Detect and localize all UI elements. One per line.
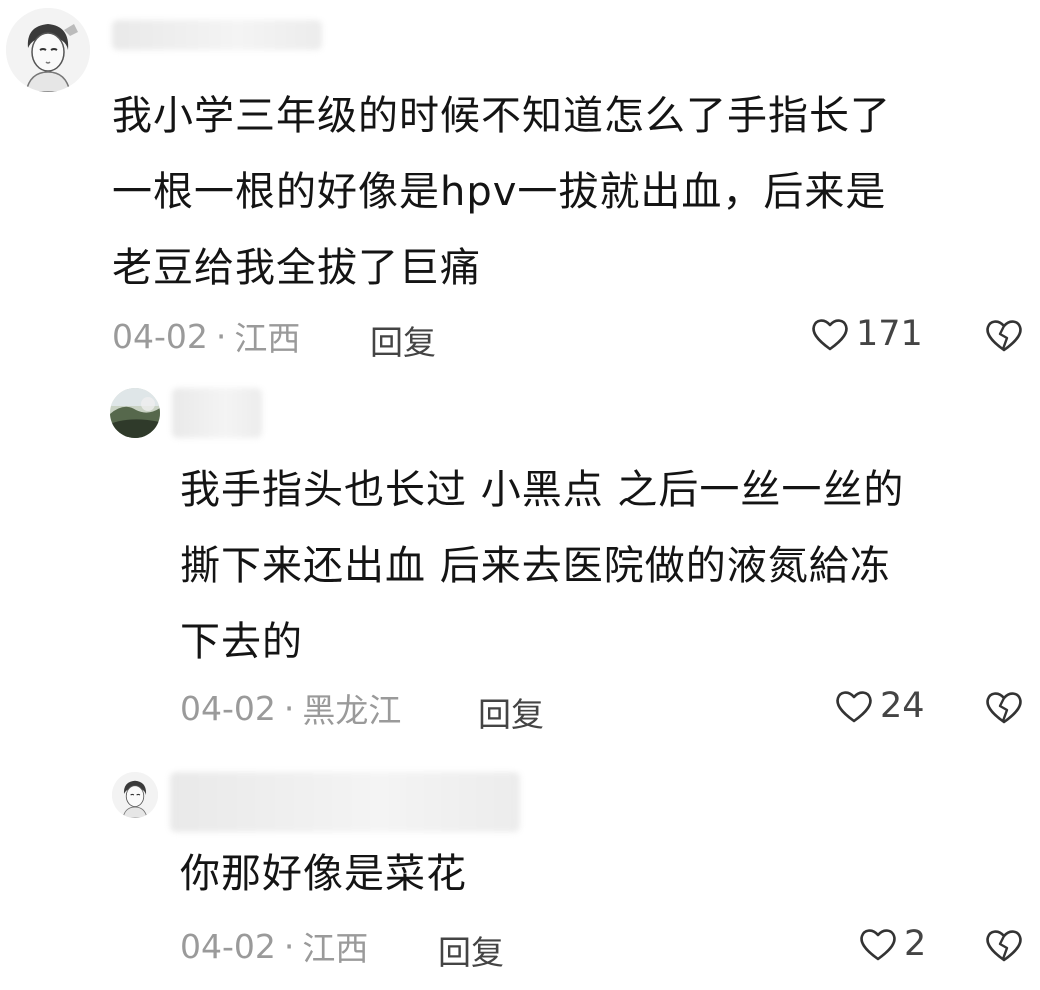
comment-date: 04-02 <box>112 316 208 356</box>
broken-heart-icon <box>986 930 1022 962</box>
comment-location: 江西 <box>234 319 301 358</box>
heart-outline-icon <box>860 929 896 961</box>
comment-date: 04-02 <box>180 926 276 966</box>
like-button[interactable]: 171 <box>810 314 923 354</box>
comment-text: 我小学三年级的时候不知道怎么了手指长了 一根一根的好像是hpv一拔就出血，后来是… <box>112 93 891 291</box>
broken-heart-icon <box>986 320 1022 352</box>
comment-location: 黑龙江 <box>302 691 402 730</box>
comment-1: 我小学三年级的时候不知道怎么了手指长了 一根一根的好像是hpv一拔就出血，后来是… <box>0 0 1040 370</box>
comment-date: 04-02 <box>180 688 276 728</box>
username-redacted[interactable] <box>170 772 520 832</box>
meta-separator: · <box>215 316 227 356</box>
like-button[interactable]: 24 <box>834 686 925 726</box>
avatar[interactable] <box>110 388 160 438</box>
username-redacted[interactable] <box>172 388 262 438</box>
broken-heart-icon <box>986 692 1022 724</box>
comment-meta: 04-02 · 江西 <box>112 316 300 359</box>
reply-button[interactable]: 回复 <box>438 926 504 974</box>
comment-3: 你那好像是菜花 04-02 · 江西 回复 2 <box>0 750 1040 990</box>
avatar[interactable] <box>112 772 158 818</box>
heart-outline-icon <box>812 319 848 351</box>
like-button[interactable]: 2 <box>858 924 926 964</box>
meta-separator: · <box>283 688 295 728</box>
comment-meta: 04-02 · 江西 <box>180 926 368 969</box>
comment-text: 我手指头也长过 小黑点 之后一丝一丝的 撕下来还出血 后来去医院做的液氮給冻 下… <box>180 467 905 665</box>
comment-meta: 04-02 · 黑龙江 <box>180 688 401 731</box>
avatar-landscape <box>110 388 160 438</box>
like-count: 2 <box>904 924 927 964</box>
comment-location: 江西 <box>302 929 369 968</box>
heart-outline-icon <box>836 691 872 723</box>
avatar[interactable] <box>6 8 90 92</box>
like-count: 24 <box>880 686 925 726</box>
comment-text: 你那好像是菜花 <box>180 851 467 897</box>
reply-button[interactable]: 回复 <box>478 688 544 736</box>
meta-separator: · <box>283 926 295 966</box>
dislike-button[interactable] <box>984 688 1024 730</box>
username-redacted[interactable] <box>112 20 322 50</box>
comment-2: 我手指头也长过 小黑点 之后一丝一丝的 撕下来还出血 后来去医院做的液氮給冻 下… <box>0 370 1040 750</box>
reply-button[interactable]: 回复 <box>370 316 436 364</box>
dislike-button[interactable] <box>984 926 1024 968</box>
dislike-button[interactable] <box>984 316 1024 358</box>
avatar-illustration <box>112 772 158 818</box>
like-count: 171 <box>856 314 923 354</box>
avatar-illustration <box>6 8 90 92</box>
